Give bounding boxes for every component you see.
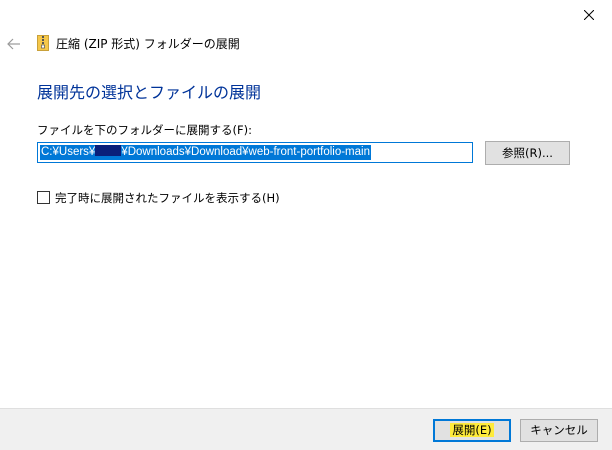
selected-path-text: C:¥Users¥ ¥Downloads¥Download¥web-front-p… bbox=[40, 145, 371, 160]
close-icon bbox=[584, 10, 594, 20]
wizard-header: 圧縮 (ZIP 形式) フォルダーの展開 bbox=[0, 34, 612, 54]
back-arrow-icon bbox=[7, 38, 20, 50]
dialog-footer: 展開(E) キャンセル bbox=[0, 408, 612, 450]
browse-button[interactable]: 参照(R)... bbox=[485, 141, 570, 165]
show-files-checkbox[interactable] bbox=[37, 191, 50, 204]
zip-folder-icon bbox=[37, 35, 49, 51]
window-title: 圧縮 (ZIP 形式) フォルダーの展開 bbox=[56, 37, 240, 51]
page-heading: 展開先の選択とファイルの展開 bbox=[37, 83, 262, 102]
redacted-username bbox=[95, 145, 122, 156]
path-suffix: ¥Downloads¥Download¥web-front-portfolio-… bbox=[121, 146, 370, 158]
back-button[interactable] bbox=[6, 34, 22, 54]
close-button[interactable] bbox=[566, 0, 612, 30]
destination-label: ファイルを下のフォルダーに展開する(F): bbox=[37, 123, 252, 137]
extract-button-label: 展開(E) bbox=[450, 423, 494, 437]
show-files-label[interactable]: 完了時に展開されたファイルを表示する(H) bbox=[55, 190, 280, 206]
cancel-button[interactable]: キャンセル bbox=[520, 419, 598, 442]
extract-button[interactable]: 展開(E) bbox=[433, 419, 511, 442]
destination-path-input[interactable]: C:¥Users¥ ¥Downloads¥Download¥web-front-p… bbox=[37, 142, 473, 163]
path-prefix: C:¥Users¥ bbox=[41, 146, 96, 158]
